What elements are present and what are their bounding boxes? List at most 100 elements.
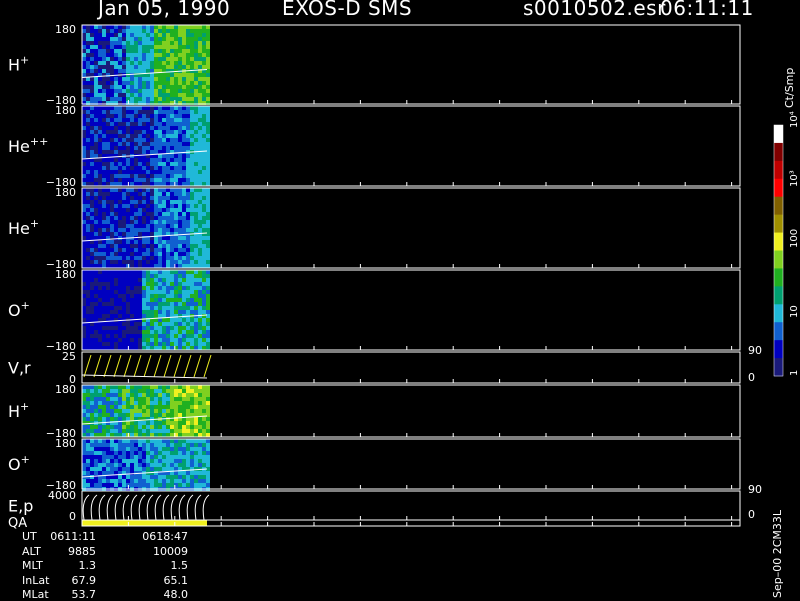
- heatmap-cell: [162, 397, 166, 401]
- heatmap-cell: [122, 248, 126, 252]
- heatmap-cell: [174, 286, 178, 290]
- heatmap-cell: [98, 228, 102, 232]
- heatmap-cell: [106, 182, 110, 186]
- heatmap-cell: [118, 463, 122, 467]
- heatmap-cell: [130, 220, 134, 224]
- heatmap-cell: [114, 166, 118, 170]
- heatmap-cell: [182, 393, 186, 397]
- heatmap-cell: [142, 162, 146, 166]
- heatmap-cell: [162, 463, 166, 467]
- heatmap-cell: [130, 114, 134, 118]
- heatmap-cell: [94, 467, 98, 471]
- heatmap-cell: [166, 77, 170, 81]
- heatmap-cell: [154, 385, 158, 389]
- heatmap-cell: [146, 294, 150, 298]
- heatmap-cell: [98, 97, 102, 101]
- heatmap-cell: [126, 334, 130, 338]
- heatmap-cell: [106, 483, 110, 487]
- heatmap-cell: [126, 89, 130, 93]
- heatmap-cell: [182, 216, 186, 220]
- heatmap-cell: [122, 338, 126, 342]
- heatmap-cell: [94, 405, 98, 409]
- heatmap-cell: [186, 330, 190, 334]
- heatmap-cell: [102, 134, 106, 138]
- velocity-mark: [83, 354, 92, 378]
- colorbar-swatch: [774, 286, 783, 305]
- heatmap-cell: [82, 69, 86, 73]
- heatmap-cell: [134, 106, 138, 110]
- heatmap-cell: [98, 216, 102, 220]
- heatmap-cell: [166, 326, 170, 330]
- heatmap-cell: [106, 166, 110, 170]
- heatmap-cell: [110, 459, 114, 463]
- heatmap-cell: [90, 49, 94, 53]
- heatmap-cell: [202, 286, 206, 290]
- heatmap-cell: [82, 29, 86, 33]
- heatmap-cell: [178, 455, 182, 459]
- heatmap-cell: [102, 130, 106, 134]
- heatmap-cell: [202, 232, 206, 236]
- heatmap-cell: [82, 330, 86, 334]
- heatmap-cell: [138, 204, 142, 208]
- heatmap-cell: [174, 57, 178, 61]
- heatmap-cell: [126, 228, 130, 232]
- heatmap-cell: [150, 256, 154, 260]
- heatmap-cell: [182, 57, 186, 61]
- heatmap-cell: [102, 467, 106, 471]
- heatmap-cell: [146, 389, 150, 393]
- heatmap-cell: [114, 244, 118, 248]
- heatmap-cell: [170, 110, 174, 114]
- heatmap-cell: [114, 342, 118, 346]
- heatmap-cell: [198, 393, 202, 397]
- heatmap-cell: [202, 37, 206, 41]
- heatmap-cell: [98, 114, 102, 118]
- heatmap-cell: [106, 471, 110, 475]
- heatmap-cell: [118, 298, 122, 302]
- heatmap-cell: [118, 483, 122, 487]
- heatmap-cell: [106, 302, 110, 306]
- heatmap-cell: [170, 212, 174, 216]
- heatmap-cell: [206, 278, 210, 282]
- heatmap-cell: [106, 49, 110, 53]
- heatmap-cell: [186, 342, 190, 346]
- heatmap-cell: [122, 174, 126, 178]
- heatmap-cell: [142, 475, 146, 479]
- heatmap-cell: [194, 178, 198, 182]
- heatmap-cell: [90, 106, 94, 110]
- heatmap-cell: [202, 178, 206, 182]
- heatmap-cell: [178, 228, 182, 232]
- heatmap-cell: [154, 106, 158, 110]
- heatmap-cell: [122, 322, 126, 326]
- heatmap-cell: [146, 401, 150, 405]
- heatmap-cell: [190, 439, 194, 443]
- heatmap-cell: [90, 228, 94, 232]
- heatmap-cell: [118, 118, 122, 122]
- heatmap-cell: [138, 290, 142, 294]
- heatmap-cell: [102, 232, 106, 236]
- heatmap-cell: [98, 57, 102, 61]
- heatmap-cell: [86, 166, 90, 170]
- heatmap-cell: [134, 282, 138, 286]
- heatmap-cell: [182, 326, 186, 330]
- heatmap-cell: [118, 142, 122, 146]
- heatmap-cell: [158, 405, 162, 409]
- heatmap-cell: [178, 37, 182, 41]
- heatmap-cell: [102, 282, 106, 286]
- heatmap-cell: [138, 252, 142, 256]
- heatmap-cell: [122, 447, 126, 451]
- heatmap-cell: [206, 208, 210, 212]
- heatmap-cell: [206, 397, 210, 401]
- heatmap-cell: [166, 401, 170, 405]
- heatmap-cell: [122, 146, 126, 150]
- heatmap-cell: [130, 270, 134, 274]
- heatmap-cell: [178, 224, 182, 228]
- heatmap-cell: [146, 49, 150, 53]
- heatmap-cell: [162, 389, 166, 393]
- heatmap-cell: [170, 278, 174, 282]
- heatmap-cell: [86, 451, 90, 455]
- heatmap-cell: [138, 240, 142, 244]
- heatmap-cell: [162, 220, 166, 224]
- heatmap-cell: [90, 110, 94, 114]
- heatmap-cell: [150, 455, 154, 459]
- heatmap-cell: [194, 346, 198, 350]
